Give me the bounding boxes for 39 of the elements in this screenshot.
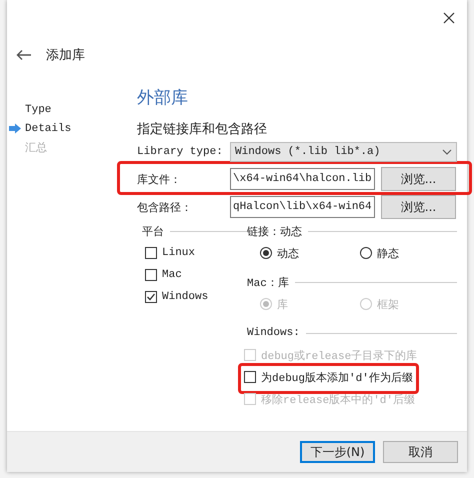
browse-button[interactable]: 浏览... — [381, 195, 456, 219]
field-label: Library type: — [137, 146, 224, 158]
radio-label: 静态 — [377, 246, 399, 260]
checkbox[interactable] — [145, 247, 157, 259]
dialog-title: 添加库 — [46, 47, 85, 64]
checkbox-label: 移除release版本中的'd'后缀 — [261, 393, 416, 406]
path-field[interactable]: qHalcon\lib\x64-win64 — [230, 196, 375, 218]
checkbox-label: Linux — [162, 247, 196, 259]
checkbox-label: 为debug版本添加'd'作为后缀 — [261, 371, 413, 384]
field-label: 包含路径： — [137, 201, 193, 214]
group-title: 链接：动态 — [247, 224, 302, 238]
checkbox-label: Windows — [162, 291, 208, 303]
step-label: 汇总 — [25, 141, 47, 155]
page-heading: 外部库 — [137, 87, 189, 110]
checkbox-label: Mac — [162, 269, 182, 281]
close-icon[interactable] — [443, 12, 455, 24]
checkbox[interactable] — [145, 291, 157, 303]
group-title: Windows: — [247, 327, 300, 339]
group-title: 平台 — [142, 225, 164, 238]
checkbox-label: debug或release子目录下的库 — [261, 348, 418, 362]
browse-button[interactable]: 浏览... — [381, 167, 456, 191]
radio-label: 动态 — [277, 246, 299, 260]
checkbox[interactable] — [244, 371, 256, 383]
radio-label: 框架 — [377, 298, 399, 312]
radio-button[interactable] — [260, 247, 272, 259]
library-type-dropdown[interactable]: Windows (*.lib lib*.a) — [230, 142, 457, 162]
checkbox[interactable] — [145, 269, 157, 281]
radio-button[interactable] — [360, 247, 372, 259]
radio-label: 库 — [277, 298, 288, 312]
path-field[interactable]: \x64-win64\halcon.lib — [230, 168, 375, 190]
dialog-button[interactable]: 下一步(N) — [300, 441, 375, 463]
page-subtitle: 指定链接库和包含路径 — [137, 121, 267, 138]
back-arrow-icon[interactable] — [16, 49, 32, 61]
step-label: Type — [25, 104, 52, 116]
dialog-button[interactable]: 取消 — [383, 441, 458, 463]
field-label: 库文件： — [137, 172, 182, 186]
chevron-down-icon — [442, 149, 452, 155]
step-label: Details — [25, 122, 72, 134]
group-title: Mac：库 — [247, 276, 289, 290]
